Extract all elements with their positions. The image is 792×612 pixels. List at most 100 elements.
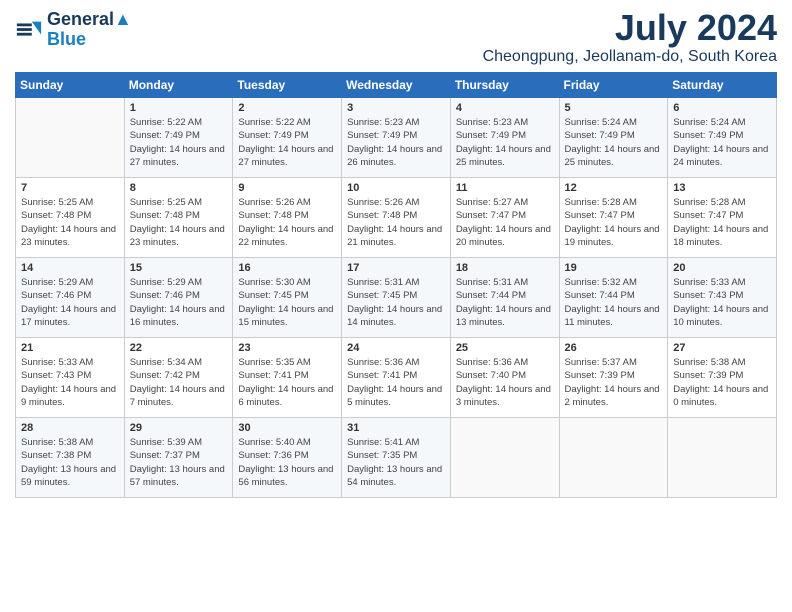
day-number: 24	[347, 342, 445, 354]
day-number: 1	[130, 102, 228, 114]
cell-info: Sunrise: 5:32 AM Sunset: 7:44 PM Dayligh…	[565, 276, 663, 329]
day-number: 31	[347, 422, 445, 434]
cell-info: Sunrise: 5:23 AM Sunset: 7:49 PM Dayligh…	[456, 116, 554, 169]
calendar-table: SundayMondayTuesdayWednesdayThursdayFrid…	[15, 72, 777, 498]
day-number: 11	[456, 182, 554, 194]
day-number: 2	[238, 102, 336, 114]
header-thursday: Thursday	[450, 73, 559, 98]
cell-info: Sunrise: 5:30 AM Sunset: 7:45 PM Dayligh…	[238, 276, 336, 329]
cell-info: Sunrise: 5:38 AM Sunset: 7:38 PM Dayligh…	[21, 436, 119, 489]
cell-info: Sunrise: 5:38 AM Sunset: 7:39 PM Dayligh…	[673, 356, 771, 409]
cell-info: Sunrise: 5:41 AM Sunset: 7:35 PM Dayligh…	[347, 436, 445, 489]
logo: General▲ Blue	[15, 10, 132, 50]
day-number: 29	[130, 422, 228, 434]
cell-info: Sunrise: 5:34 AM Sunset: 7:42 PM Dayligh…	[130, 356, 228, 409]
calendar-cell: 17 Sunrise: 5:31 AM Sunset: 7:45 PM Dayli…	[342, 258, 451, 338]
calendar-week-row: 1 Sunrise: 5:22 AM Sunset: 7:49 PM Daylig…	[16, 98, 777, 178]
calendar-week-row: 7Sunrise: 5:25 AM Sunset: 7:48 PM Daylig…	[16, 178, 777, 258]
calendar-cell: 31 Sunrise: 5:41 AM Sunset: 7:35 PM Dayli…	[342, 418, 451, 498]
cell-info: Sunrise: 5:22 AM Sunset: 7:49 PM Dayligh…	[130, 116, 228, 169]
calendar-cell	[559, 418, 668, 498]
header-wednesday: Wednesday	[342, 73, 451, 98]
day-number: 13	[673, 182, 771, 194]
calendar-cell: 22 Sunrise: 5:34 AM Sunset: 7:42 PM Dayli…	[124, 338, 233, 418]
cell-info: Sunrise: 5:39 AM Sunset: 7:37 PM Dayligh…	[130, 436, 228, 489]
cell-info: Sunrise: 5:33 AM Sunset: 7:43 PM Dayligh…	[21, 356, 119, 409]
day-number: 17	[347, 262, 445, 274]
logo-icon	[15, 16, 43, 44]
title-block: July 2024 Cheongpung, Jeollanam-do, Sout…	[483, 10, 777, 66]
calendar-cell: 28 Sunrise: 5:38 AM Sunset: 7:38 PM Dayli…	[16, 418, 125, 498]
cell-info: Sunrise: 5:25 AM Sunset: 7:48 PM Dayligh…	[21, 196, 119, 249]
calendar-cell: 12Sunrise: 5:28 AM Sunset: 7:47 PM Dayli…	[559, 178, 668, 258]
cell-info: Sunrise: 5:24 AM Sunset: 7:49 PM Dayligh…	[673, 116, 771, 169]
day-number: 19	[565, 262, 663, 274]
calendar-cell: 24 Sunrise: 5:36 AM Sunset: 7:41 PM Dayli…	[342, 338, 451, 418]
day-number: 28	[21, 422, 119, 434]
calendar-week-row: 21 Sunrise: 5:33 AM Sunset: 7:43 PM Dayli…	[16, 338, 777, 418]
cell-info: Sunrise: 5:25 AM Sunset: 7:48 PM Dayligh…	[130, 196, 228, 249]
header-sunday: Sunday	[16, 73, 125, 98]
calendar-cell	[16, 98, 125, 178]
day-number: 20	[673, 262, 771, 274]
calendar-week-row: 28 Sunrise: 5:38 AM Sunset: 7:38 PM Dayli…	[16, 418, 777, 498]
cell-info: Sunrise: 5:27 AM Sunset: 7:47 PM Dayligh…	[456, 196, 554, 249]
cell-info: Sunrise: 5:33 AM Sunset: 7:43 PM Dayligh…	[673, 276, 771, 329]
page-header: General▲ Blue July 2024 Cheongpung, Jeol…	[15, 10, 777, 66]
calendar-body: 1 Sunrise: 5:22 AM Sunset: 7:49 PM Daylig…	[16, 98, 777, 498]
calendar-week-row: 14Sunrise: 5:29 AM Sunset: 7:46 PM Dayli…	[16, 258, 777, 338]
calendar-cell: 2 Sunrise: 5:22 AM Sunset: 7:49 PM Daylig…	[233, 98, 342, 178]
cell-info: Sunrise: 5:22 AM Sunset: 7:49 PM Dayligh…	[238, 116, 336, 169]
header-saturday: Saturday	[668, 73, 777, 98]
calendar-cell: 11 Sunrise: 5:27 AM Sunset: 7:47 PM Dayli…	[450, 178, 559, 258]
calendar-cell	[450, 418, 559, 498]
cell-info: Sunrise: 5:24 AM Sunset: 7:49 PM Dayligh…	[565, 116, 663, 169]
month-title: July 2024	[483, 10, 777, 46]
day-number: 10	[347, 182, 445, 194]
day-number: 27	[673, 342, 771, 354]
day-number: 15	[130, 262, 228, 274]
calendar-cell: 5Sunrise: 5:24 AM Sunset: 7:49 PM Daylig…	[559, 98, 668, 178]
day-number: 26	[565, 342, 663, 354]
calendar-cell: 25 Sunrise: 5:36 AM Sunset: 7:40 PM Dayli…	[450, 338, 559, 418]
header-monday: Monday	[124, 73, 233, 98]
calendar-cell: 9 Sunrise: 5:26 AM Sunset: 7:48 PM Daylig…	[233, 178, 342, 258]
day-number: 21	[21, 342, 119, 354]
calendar-header-row: SundayMondayTuesdayWednesdayThursdayFrid…	[16, 73, 777, 98]
cell-info: Sunrise: 5:26 AM Sunset: 7:48 PM Dayligh…	[238, 196, 336, 249]
cell-info: Sunrise: 5:40 AM Sunset: 7:36 PM Dayligh…	[238, 436, 336, 489]
day-number: 25	[456, 342, 554, 354]
header-friday: Friday	[559, 73, 668, 98]
cell-info: Sunrise: 5:36 AM Sunset: 7:41 PM Dayligh…	[347, 356, 445, 409]
cell-info: Sunrise: 5:35 AM Sunset: 7:41 PM Dayligh…	[238, 356, 336, 409]
cell-info: Sunrise: 5:26 AM Sunset: 7:48 PM Dayligh…	[347, 196, 445, 249]
calendar-cell: 3Sunrise: 5:23 AM Sunset: 7:49 PM Daylig…	[342, 98, 451, 178]
day-number: 9	[238, 182, 336, 194]
cell-info: Sunrise: 5:31 AM Sunset: 7:45 PM Dayligh…	[347, 276, 445, 329]
location-title: Cheongpung, Jeollanam-do, South Korea	[483, 48, 777, 66]
calendar-cell: 18Sunrise: 5:31 AM Sunset: 7:44 PM Dayli…	[450, 258, 559, 338]
calendar-cell: 13Sunrise: 5:28 AM Sunset: 7:47 PM Dayli…	[668, 178, 777, 258]
day-number: 30	[238, 422, 336, 434]
cell-info: Sunrise: 5:29 AM Sunset: 7:46 PM Dayligh…	[130, 276, 228, 329]
day-number: 8	[130, 182, 228, 194]
calendar-cell: 1 Sunrise: 5:22 AM Sunset: 7:49 PM Daylig…	[124, 98, 233, 178]
header-tuesday: Tuesday	[233, 73, 342, 98]
cell-info: Sunrise: 5:36 AM Sunset: 7:40 PM Dayligh…	[456, 356, 554, 409]
day-number: 18	[456, 262, 554, 274]
calendar-cell: 10 Sunrise: 5:26 AM Sunset: 7:48 PM Dayli…	[342, 178, 451, 258]
day-number: 22	[130, 342, 228, 354]
cell-info: Sunrise: 5:23 AM Sunset: 7:49 PM Dayligh…	[347, 116, 445, 169]
calendar-cell: 23Sunrise: 5:35 AM Sunset: 7:41 PM Dayli…	[233, 338, 342, 418]
calendar-cell: 20 Sunrise: 5:33 AM Sunset: 7:43 PM Dayli…	[668, 258, 777, 338]
calendar-cell: 7Sunrise: 5:25 AM Sunset: 7:48 PM Daylig…	[16, 178, 125, 258]
calendar-cell: 26Sunrise: 5:37 AM Sunset: 7:39 PM Dayli…	[559, 338, 668, 418]
cell-info: Sunrise: 5:28 AM Sunset: 7:47 PM Dayligh…	[565, 196, 663, 249]
day-number: 16	[238, 262, 336, 274]
day-number: 6	[673, 102, 771, 114]
calendar-cell: 14Sunrise: 5:29 AM Sunset: 7:46 PM Dayli…	[16, 258, 125, 338]
cell-info: Sunrise: 5:29 AM Sunset: 7:46 PM Dayligh…	[21, 276, 119, 329]
calendar-cell: 4Sunrise: 5:23 AM Sunset: 7:49 PM Daylig…	[450, 98, 559, 178]
calendar-cell: 27 Sunrise: 5:38 AM Sunset: 7:39 PM Dayli…	[668, 338, 777, 418]
calendar-cell: 29 Sunrise: 5:39 AM Sunset: 7:37 PM Dayli…	[124, 418, 233, 498]
